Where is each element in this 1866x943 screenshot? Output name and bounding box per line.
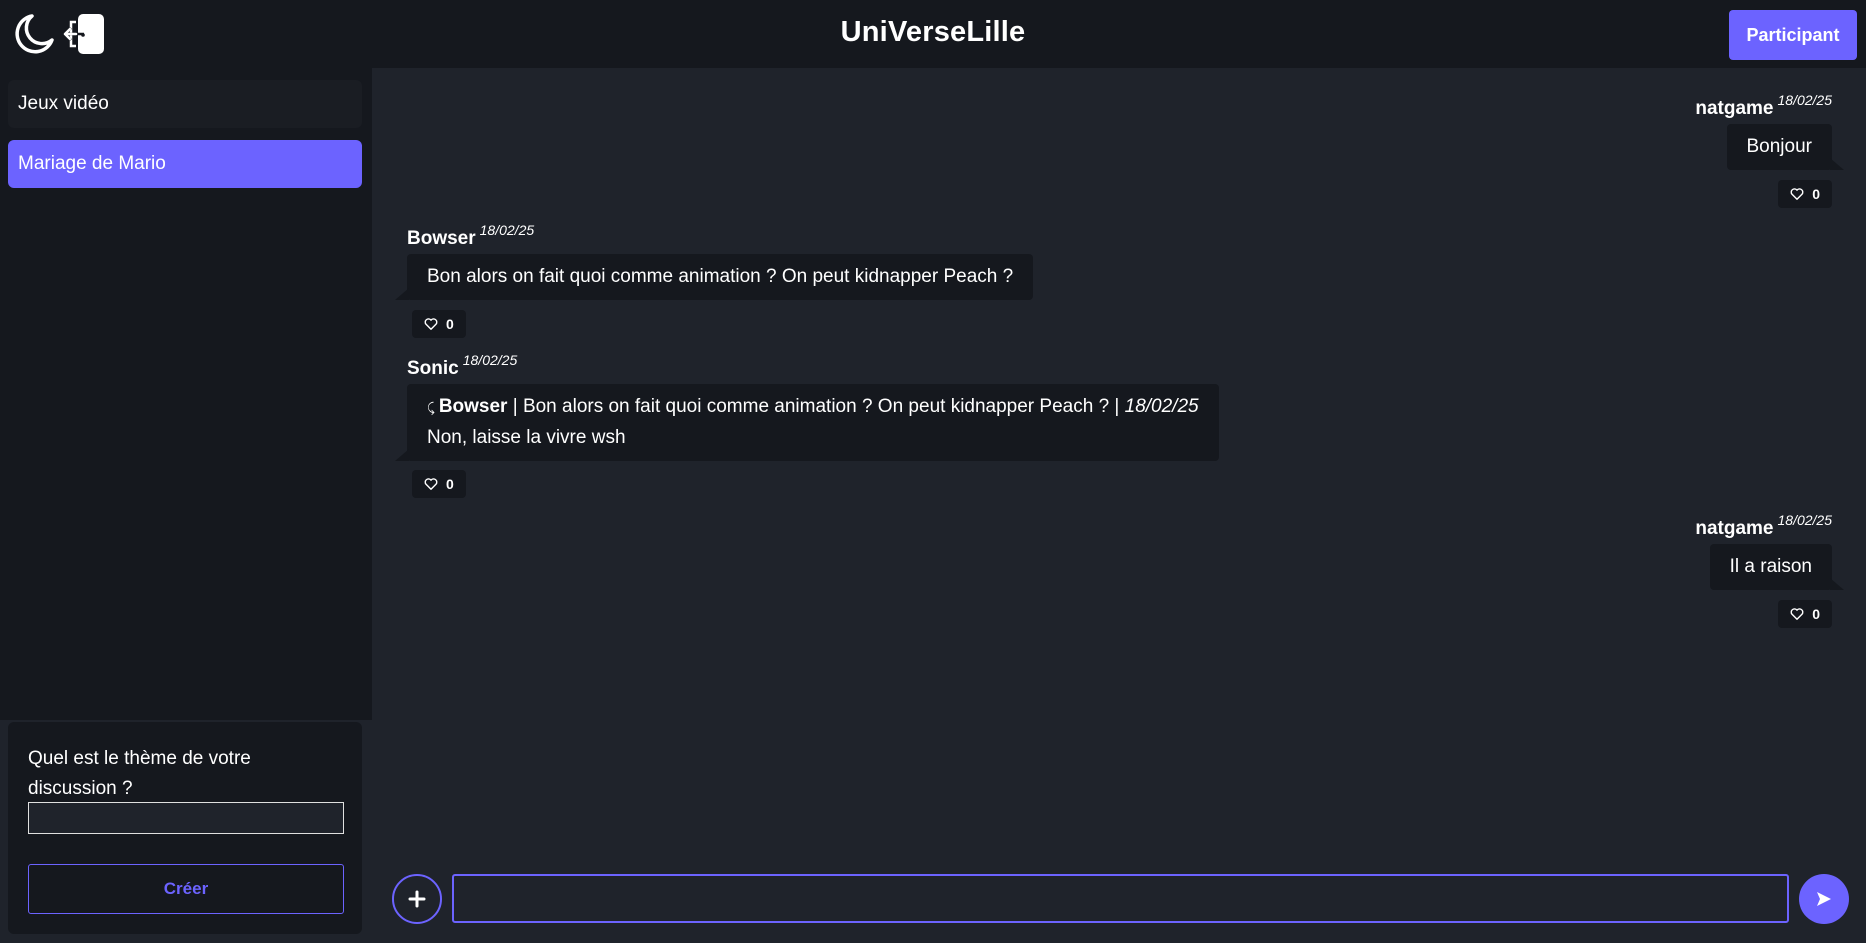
message-text: Non, laisse la vivre wsh — [427, 427, 626, 448]
message-header: natgame 18/02/25 — [1695, 92, 1832, 120]
message-bubble: Bonjour — [1726, 124, 1844, 170]
like-button[interactable]: 0 — [412, 470, 466, 498]
plus-icon[interactable] — [392, 874, 442, 924]
reply-author: Bowser — [438, 396, 508, 417]
participant-button[interactable]: Participant — [1729, 10, 1857, 60]
app-title: UniVerseLille — [840, 16, 1026, 48]
reply-quote[interactable]: ⤹ Bowser | Bon alors on fait quoi comme a… — [427, 392, 1199, 423]
like-count: 0 — [446, 476, 454, 492]
message-author: natgame — [1695, 98, 1774, 119]
like-button[interactable]: 0 — [412, 310, 466, 338]
message-header: natgame 18/02/25 — [1695, 512, 1832, 540]
message-input[interactable] — [452, 874, 1789, 923]
message-bubble: Bon alors on fait quoi comme animation ?… — [394, 254, 1034, 300]
message-author: Bowser — [407, 228, 476, 249]
heart-icon — [1790, 608, 1804, 620]
like-count: 0 — [1812, 186, 1820, 202]
message-header: Sonic 18/02/25 — [407, 352, 517, 380]
heart-icon — [424, 478, 438, 490]
message-date: 18/02/25 — [462, 352, 518, 368]
create-discussion-panel: Quel est le thème de votre discussion ? … — [8, 722, 362, 934]
message-author: Sonic — [407, 358, 459, 379]
sidebar-item-jeux-video[interactable]: Jeux vidéo — [8, 80, 362, 128]
like-button[interactable]: 0 — [1778, 600, 1832, 628]
message-header: Bowser 18/02/25 — [407, 222, 534, 250]
theme-question-label: Quel est le thème de votre discussion ? — [28, 748, 251, 799]
reply-icon: ⤹ — [427, 400, 435, 415]
message-bubble: ⤹ Bowser | Bon alors on fait quoi comme a… — [395, 384, 1219, 461]
reply-date: 18/02/25 — [1124, 396, 1199, 417]
like-count: 0 — [1812, 606, 1820, 622]
sidebar: Jeux vidéo Mariage de Mario — [0, 68, 372, 720]
message-author: natgame — [1695, 518, 1774, 539]
heart-icon — [424, 318, 438, 330]
message-date: 18/02/25 — [1777, 92, 1833, 108]
reply-text: | Bon alors on fait quoi comme animation… — [507, 396, 1125, 417]
like-button[interactable]: 0 — [1778, 180, 1832, 208]
send-icon[interactable] — [1799, 874, 1849, 924]
top-bar: UniVerseLille Participant — [0, 0, 1866, 68]
heart-icon — [1790, 188, 1804, 200]
message-date: 18/02/25 — [1777, 512, 1833, 528]
message-bubble: Il a raison — [1709, 544, 1845, 590]
theme-input[interactable] — [28, 802, 344, 834]
message-date: 18/02/25 — [479, 222, 535, 238]
create-button[interactable]: Créer — [28, 864, 344, 914]
chat-area: natgame 18/02/25 Bonjour 0 Bowser 18/02/25… — [372, 68, 1866, 943]
sidebar-item-mariage-de-mario[interactable]: Mariage de Mario — [8, 140, 362, 188]
like-count: 0 — [446, 316, 454, 332]
